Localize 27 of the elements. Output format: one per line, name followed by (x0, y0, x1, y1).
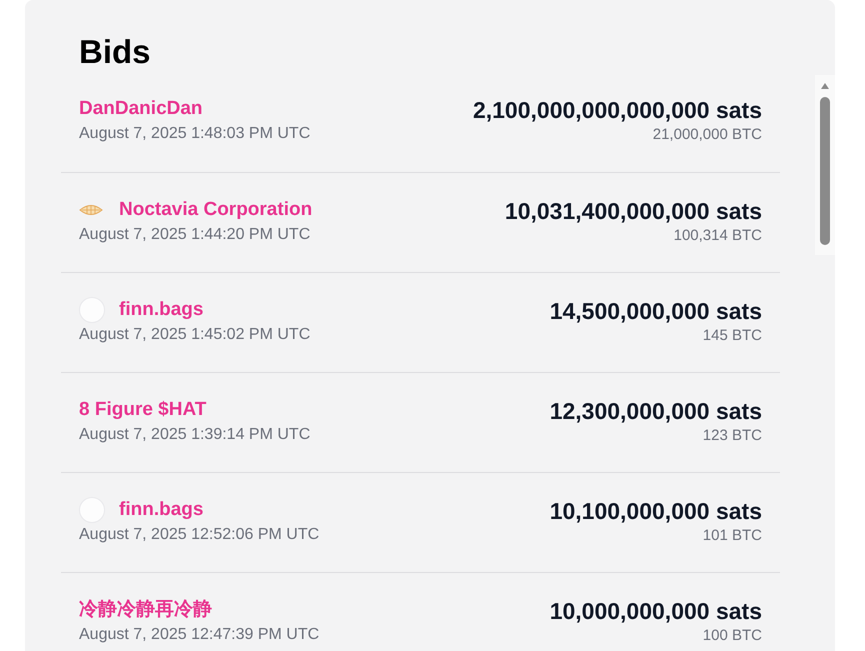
bid-amount: 10,000,000,000 sats (550, 597, 762, 625)
bid-time: August 7, 2025 12:52:06 PM UTC (79, 525, 320, 545)
bid-time: August 7, 2025 1:39:14 PM UTC (79, 425, 310, 445)
bid-amount: 12,300,000,000 sats (550, 397, 762, 425)
bid-time: August 7, 2025 1:48:03 PM UTC (79, 124, 310, 144)
bidder-link[interactable]: DanDanicDan (79, 94, 203, 124)
bidder-link[interactable]: Noctavia Corporation (119, 196, 312, 224)
bidder-link[interactable]: finn.bags (119, 296, 204, 324)
btc-amount: 21,000,000 BTC (652, 125, 762, 145)
btc-amount: 123 BTC (702, 426, 762, 446)
bid-time: August 7, 2025 1:45:02 PM UTC (79, 325, 310, 345)
bid-time: August 7, 2025 1:44:20 PM UTC (79, 225, 312, 245)
bid-time: August 7, 2025 12:47:39 PM UTC (79, 625, 320, 645)
bid-amount: 10,100,000,000 sats (550, 497, 762, 525)
bid-amount: 2,100,000,000,000,000 sats (472, 96, 762, 124)
bidder-link[interactable]: finn.bags (119, 496, 204, 524)
page-title: Bids (79, 32, 152, 72)
bidder-link[interactable]: 冷静冷静再冷静 (79, 596, 212, 624)
btc-amount: 100,314 BTC (674, 226, 762, 246)
scrollbar[interactable] (815, 75, 835, 255)
btc-amount: 101 BTC (702, 526, 762, 546)
bid-amount: 14,500,000,000 sats (550, 297, 762, 325)
btc-amount: 100 BTC (702, 626, 762, 646)
btc-amount: 145 BTC (702, 326, 762, 346)
bidder-link[interactable]: 8 Figure $HAT (79, 396, 206, 424)
leaf-logo-icon (79, 203, 103, 217)
bid-amount: 10,031,400,000,000 sats (504, 197, 762, 225)
